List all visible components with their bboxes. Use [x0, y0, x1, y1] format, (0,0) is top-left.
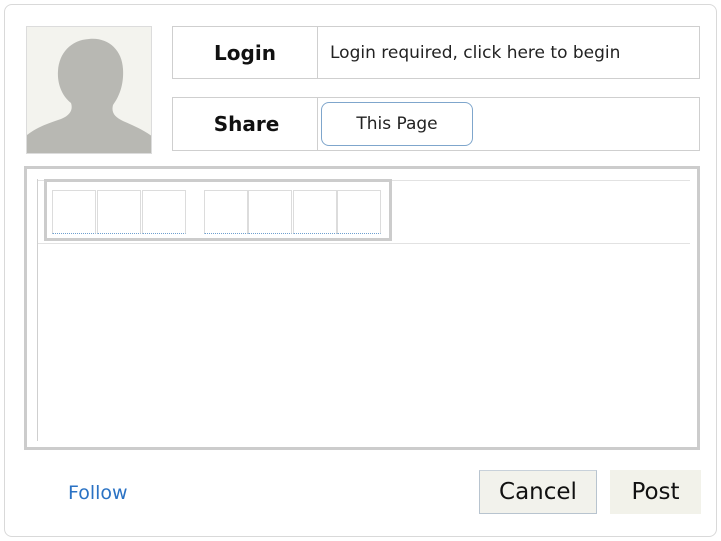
toolbar-button-7[interactable]: [337, 190, 381, 234]
avatar: [26, 26, 152, 154]
toolbar-button-2[interactable]: [97, 190, 141, 234]
share-cell: This Page: [317, 97, 700, 151]
cancel-button[interactable]: Cancel: [479, 470, 597, 514]
share-this-page-button[interactable]: This Page: [321, 102, 473, 146]
toolbar-button-4[interactable]: [204, 190, 248, 234]
toolbar-button-6[interactable]: [293, 190, 337, 234]
toolbar-divider-bottom: [38, 243, 690, 244]
user-silhouette-icon: [27, 27, 151, 153]
login-prompt-link[interactable]: Login required, click here to begin: [317, 26, 700, 79]
share-label: Share: [172, 97, 317, 151]
toolbar-button-5[interactable]: [248, 190, 292, 234]
toolbar-button-1[interactable]: [52, 190, 96, 234]
comment-text-area[interactable]: [38, 245, 690, 441]
toolbar-button-3[interactable]: [142, 190, 186, 234]
post-button[interactable]: Post: [610, 470, 701, 514]
comment-editor: [24, 166, 700, 450]
follow-link[interactable]: Follow: [68, 482, 128, 504]
editor-toolbar: [44, 179, 392, 241]
editor-frame: [37, 179, 690, 441]
login-label: Login: [172, 26, 317, 79]
